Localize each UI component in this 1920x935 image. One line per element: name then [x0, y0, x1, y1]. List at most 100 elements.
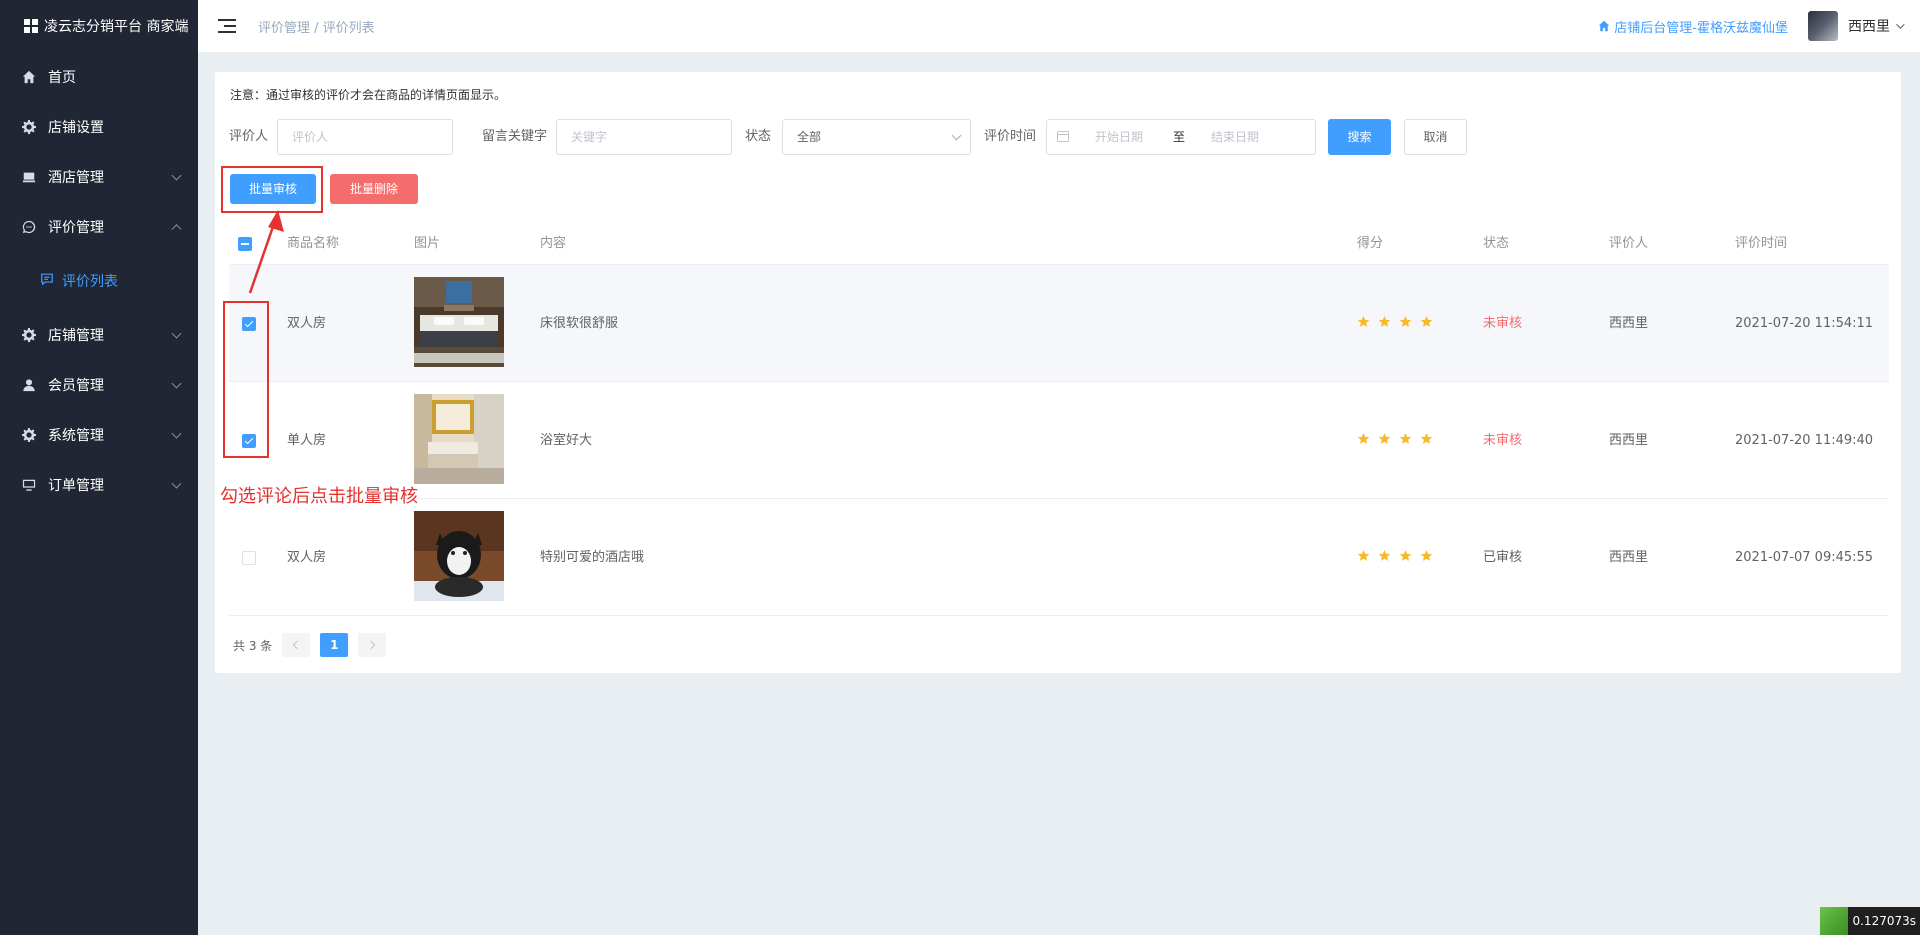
table-row[interactable]: 单人房 浴室好大 未审核 西西里 2021-07-20 11:49:40	[229, 382, 1889, 499]
product-image[interactable]	[414, 277, 504, 367]
star-icon	[1399, 549, 1412, 562]
product-image[interactable]	[414, 394, 504, 484]
end-date-input[interactable]: 结束日期	[1211, 120, 1259, 154]
store-admin-link[interactable]: 店铺后台管理-霍格沃兹魔仙堡	[1598, 17, 1788, 36]
username[interactable]: 西西里	[1848, 16, 1890, 36]
collapse-menu-icon[interactable]	[218, 19, 236, 33]
sidebar-item-hotel[interactable]: 酒店管理	[0, 152, 198, 202]
review-content: 床很软很舒服	[540, 316, 619, 331]
notice-text: 注意：通过审核的评价才会在商品的详情页面显示。	[230, 88, 507, 102]
home-icon	[1599, 20, 1610, 32]
sidebar-item-label: 酒店管理	[48, 170, 104, 186]
comment-icon	[22, 220, 36, 234]
chevron-down-icon	[171, 428, 182, 439]
review-time: 2021-07-07 09:45:55	[1735, 550, 1874, 565]
chevron-down-icon	[171, 170, 182, 181]
score-stars	[1357, 315, 1433, 331]
star-icon	[1420, 432, 1433, 445]
annotation-highlight-checkboxes	[223, 301, 269, 458]
date-range-picker[interactable]: 开始日期 至 结束日期	[1046, 119, 1316, 155]
timer-logo-icon	[1820, 907, 1849, 935]
sidebar-subitem-label: 评价列表	[62, 274, 118, 290]
timer-value: 0.127073s	[1852, 914, 1916, 928]
start-date-input[interactable]: 开始日期	[1095, 120, 1143, 154]
reviewer-input[interactable]: 评价人	[277, 119, 453, 155]
filter-bar: 评价人 评价人 留言关键字 关键字 状态 全部 评价时间 开始日期 至 结束日期…	[229, 119, 1889, 155]
column-header: 图片	[414, 236, 441, 251]
sidebar-item-orders[interactable]: 订单管理	[0, 460, 198, 510]
status-label: 状态	[745, 129, 772, 144]
brand: 凌云志分销平台 商家端	[0, 0, 198, 52]
column-header: 得分	[1357, 236, 1384, 251]
calendar-icon	[1057, 131, 1069, 142]
column-header: 状态	[1483, 236, 1510, 251]
annotation-arrow-icon	[248, 210, 284, 294]
store-link-text: 店铺后台管理-霍格沃兹魔仙堡	[1614, 20, 1788, 36]
range-separator: 至	[1173, 130, 1186, 144]
avatar[interactable]	[1808, 11, 1838, 41]
batch-delete-button[interactable]: 批量删除	[330, 174, 418, 204]
column-header: 评价人	[1609, 236, 1649, 251]
chevron-down-icon[interactable]	[1896, 20, 1905, 29]
sidebar-subitem-review-list[interactable]: 评价列表	[0, 252, 198, 310]
sidebar-item-label: 订单管理	[48, 478, 104, 494]
header-right: 店铺后台管理-霍格沃兹魔仙堡 西西里	[1598, 0, 1905, 52]
chevron-down-icon	[951, 130, 962, 141]
sidebar-item-reviews[interactable]: 评价管理	[0, 202, 198, 252]
sidebar: 凌云志分销平台 商家端 首页 店铺设置 酒店管理 评价管理 评价列表 店铺管理 …	[0, 0, 198, 935]
prev-page-button[interactable]	[282, 633, 311, 657]
status-select[interactable]: 全部	[782, 119, 971, 155]
sidebar-item-store-mgmt[interactable]: 店铺管理	[0, 310, 198, 360]
chevron-down-icon	[171, 328, 182, 339]
monitor-icon	[22, 478, 36, 492]
keyword-input[interactable]: 关键字	[556, 119, 732, 155]
sidebar-item-home[interactable]: 首页	[0, 52, 198, 102]
star-icon	[1357, 549, 1370, 562]
chevron-down-icon	[171, 478, 182, 489]
star-icon	[1378, 315, 1391, 328]
row-checkbox[interactable]	[242, 551, 256, 565]
timer-badge: 0.127073s	[1820, 907, 1920, 935]
reviewer-name: 西西里	[1609, 550, 1649, 565]
page-number-button[interactable]: 1	[320, 633, 349, 657]
sidebar-item-members[interactable]: 会员管理	[0, 360, 198, 410]
star-icon	[1420, 315, 1433, 328]
user-icon	[22, 378, 36, 392]
product-name: 双人房	[287, 316, 327, 331]
search-button[interactable]: 搜索	[1328, 119, 1391, 155]
sidebar-item-label: 系统管理	[48, 428, 104, 444]
product-image[interactable]	[414, 511, 504, 601]
review-time: 2021-07-20 11:54:11	[1735, 316, 1874, 331]
pagination: 共 3 条 1	[233, 633, 387, 657]
column-header: 评价时间	[1735, 236, 1788, 251]
review-status: 未审核	[1483, 316, 1523, 331]
hotel-icon	[22, 170, 36, 184]
annotation-text: 勾选评论后点击批量审核	[220, 486, 418, 507]
column-header: 内容	[540, 236, 567, 251]
chevron-up-icon	[171, 224, 182, 235]
table-row[interactable]: 双人房 特别可爱的酒店哦 已审核 西西里 2021-07-07 09:45:55	[229, 499, 1889, 616]
review-status: 未审核	[1483, 433, 1523, 448]
reviewer-name: 西西里	[1609, 316, 1649, 331]
score-stars	[1357, 549, 1433, 565]
reviewer-name: 西西里	[1609, 433, 1649, 448]
star-icon	[1420, 549, 1433, 562]
sidebar-item-label: 店铺设置	[48, 120, 104, 136]
brand-title: 凌云志分销平台 商家端	[44, 19, 189, 35]
cancel-button[interactable]: 取消	[1404, 119, 1467, 155]
gear-icon	[22, 428, 36, 442]
sidebar-item-system[interactable]: 系统管理	[0, 410, 198, 460]
next-page-button[interactable]	[358, 633, 387, 657]
sidebar-item-store-settings[interactable]: 店铺设置	[0, 102, 198, 152]
grid-logo-icon	[24, 19, 38, 33]
gear-icon	[22, 120, 36, 134]
table-row[interactable]: 双人房 床很软很舒服 未审核 西西里 2021-07-20 11:54:11	[229, 265, 1889, 382]
gear-icon	[22, 328, 36, 342]
star-icon	[1378, 432, 1391, 445]
chevron-right-icon	[367, 640, 376, 650]
review-table: 商品名称 图片 内容 得分 状态 评价人 评价时间 双人房 床很软很舒服 未审核…	[229, 223, 1889, 616]
table-header: 商品名称 图片 内容 得分 状态 评价人 评价时间	[229, 223, 1889, 265]
chevron-left-icon	[293, 640, 302, 650]
column-header: 商品名称	[287, 236, 340, 251]
sidebar-item-label: 店铺管理	[48, 328, 104, 344]
